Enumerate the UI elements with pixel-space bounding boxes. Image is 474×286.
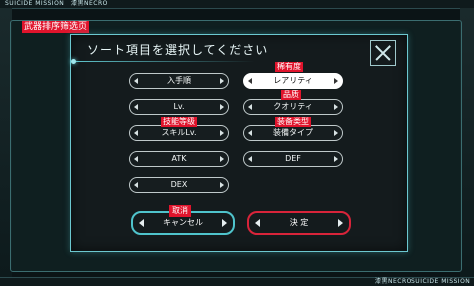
sort-option-lv[interactable]: Lv. (129, 99, 229, 115)
sort-option-acquired[interactable]: 入手順 (129, 73, 229, 89)
chevron-right-icon (222, 219, 227, 227)
confirm-button-label: 決 定 (289, 218, 309, 227)
sort-option-quality[interactable]: クオリティ (243, 99, 343, 115)
bottom-bar: 漆黒NECRO SUICIDE MISSION (0, 277, 474, 286)
chevron-right-icon (220, 104, 224, 110)
title-dot-icon (71, 59, 76, 64)
sort-option-dex[interactable]: DEX (129, 177, 229, 193)
title-divider (75, 61, 255, 62)
sort-option-label: 装備タイプ (273, 128, 313, 137)
chevron-right-icon (220, 78, 224, 84)
chevron-right-icon (220, 130, 224, 136)
sort-option-label: 入手順 (167, 76, 191, 85)
chevron-left-icon (134, 78, 138, 84)
annotation-cancel: 取消 (169, 205, 191, 217)
annotation-quality: 品质 (281, 90, 301, 100)
sort-option-rarity[interactable]: レアリティ (243, 73, 343, 89)
sort-option-label: Lv. (173, 102, 185, 111)
sort-option-atk[interactable]: ATK (129, 151, 229, 167)
sort-dialog: ソート項目を選択してください 入手順 レアリティ Lv. クオリティ スキルLv… (70, 34, 408, 252)
chevron-right-icon (338, 219, 343, 227)
sort-option-label: ATK (171, 154, 187, 163)
annotation-weapon-sort-filter: 武器排序筛选页 (22, 21, 90, 33)
mission-label-bottom: SUICIDE MISSION (411, 278, 471, 285)
annotation-rarity: 稀有度 (275, 62, 303, 72)
chevron-right-icon (220, 156, 224, 162)
sort-option-label: クオリティ (273, 102, 313, 111)
confirm-button[interactable]: 決 定 (247, 211, 351, 235)
mission-name: 漆黒NECRO (71, 0, 108, 7)
chevron-right-icon (334, 104, 338, 110)
chevron-left-icon (134, 182, 138, 188)
top-bar: SUICIDE MISSION 漆黒NECRO (0, 0, 474, 9)
chevron-left-icon (134, 104, 138, 110)
sort-option-label: DEX (170, 180, 188, 189)
chevron-left-icon (248, 78, 252, 84)
chevron-right-icon (220, 182, 224, 188)
chevron-left-icon (139, 219, 144, 227)
mission-label: SUICIDE MISSION (5, 0, 65, 7)
chevron-right-icon (334, 156, 338, 162)
sort-option-equip-type[interactable]: 装備タイプ (243, 125, 343, 141)
background-right (460, 8, 474, 278)
chevron-right-icon (334, 78, 338, 84)
dialog-title: ソート項目を選択してください (87, 43, 269, 57)
chevron-left-icon (248, 104, 252, 110)
sort-option-def[interactable]: DEF (243, 151, 343, 167)
annotation-skill-level: 技能等级 (161, 117, 197, 127)
sort-option-label: レアリティ (273, 76, 313, 85)
cancel-button-label: キャンセル (163, 218, 203, 227)
chevron-left-icon (248, 130, 252, 136)
annotation-equip-type: 装备类型 (275, 117, 311, 127)
chevron-left-icon (255, 219, 260, 227)
sort-option-skill-lv[interactable]: スキルLv. (129, 125, 229, 141)
close-button[interactable] (370, 40, 396, 66)
chevron-left-icon (134, 130, 138, 136)
sort-option-label: DEF (285, 154, 301, 163)
chevron-left-icon (248, 156, 252, 162)
chevron-left-icon (134, 156, 138, 162)
chevron-right-icon (334, 130, 338, 136)
sort-option-label: スキルLv. (161, 128, 197, 137)
